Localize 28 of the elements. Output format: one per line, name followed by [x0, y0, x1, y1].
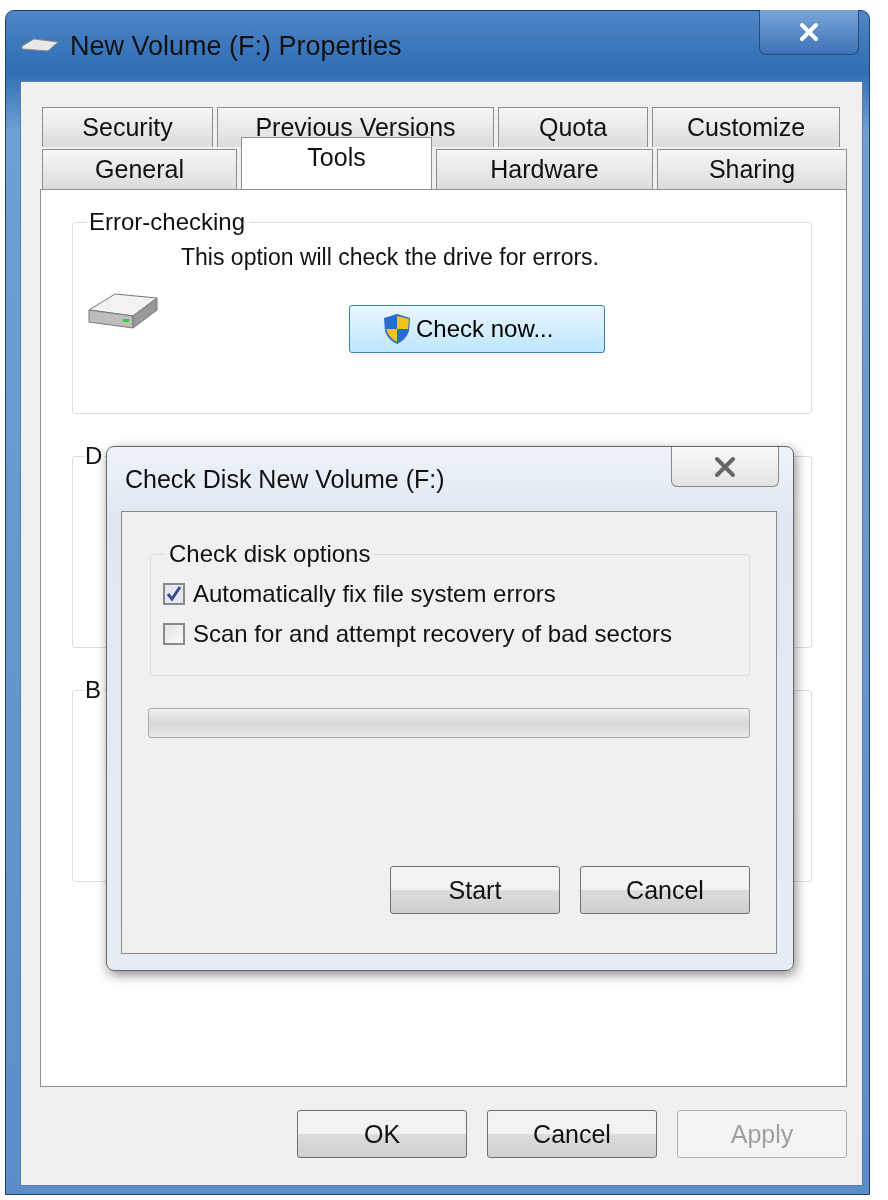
window-title: New Volume (F:) Properties: [70, 30, 402, 62]
group-title: B: [85, 676, 102, 704]
checkbox-option[interactable]: Scan for and attempt recovery of bad sectors: [163, 614, 737, 654]
dialog-button[interactable]: Cancel: [580, 866, 750, 914]
checkbox-option[interactable]: Automatically fix file system errors: [163, 574, 737, 614]
dialog-button[interactable]: OK: [297, 1110, 467, 1158]
checkbox[interactable]: [163, 623, 185, 645]
shield-icon: [382, 313, 412, 345]
tab[interactable]: General: [42, 149, 237, 189]
tab[interactable]: Quota: [498, 107, 648, 147]
close-button[interactable]: [671, 447, 779, 487]
close-icon: [798, 21, 820, 43]
close-icon: [712, 455, 738, 478]
close-button[interactable]: [759, 10, 859, 55]
dialog-title: Check Disk New Volume (F:): [125, 464, 445, 494]
dialog-button[interactable]: Cancel: [487, 1110, 657, 1158]
group-title: D: [85, 442, 104, 470]
dialog-button[interactable]: Start: [390, 866, 560, 914]
checkbox[interactable]: [163, 583, 185, 605]
tab[interactable]: Tools: [241, 137, 433, 189]
tab[interactable]: Sharing: [656, 149, 847, 189]
group-title: Check disk options: [168, 540, 372, 568]
group-title: Error-checking: [88, 208, 247, 236]
tab[interactable]: Security: [42, 107, 213, 147]
check-now-button[interactable]: Check now...: [349, 305, 605, 353]
description-text: This option will check the drive for errors.: [181, 244, 599, 271]
tab[interactable]: Customize: [652, 107, 840, 147]
tab[interactable]: Hardware: [436, 149, 653, 189]
